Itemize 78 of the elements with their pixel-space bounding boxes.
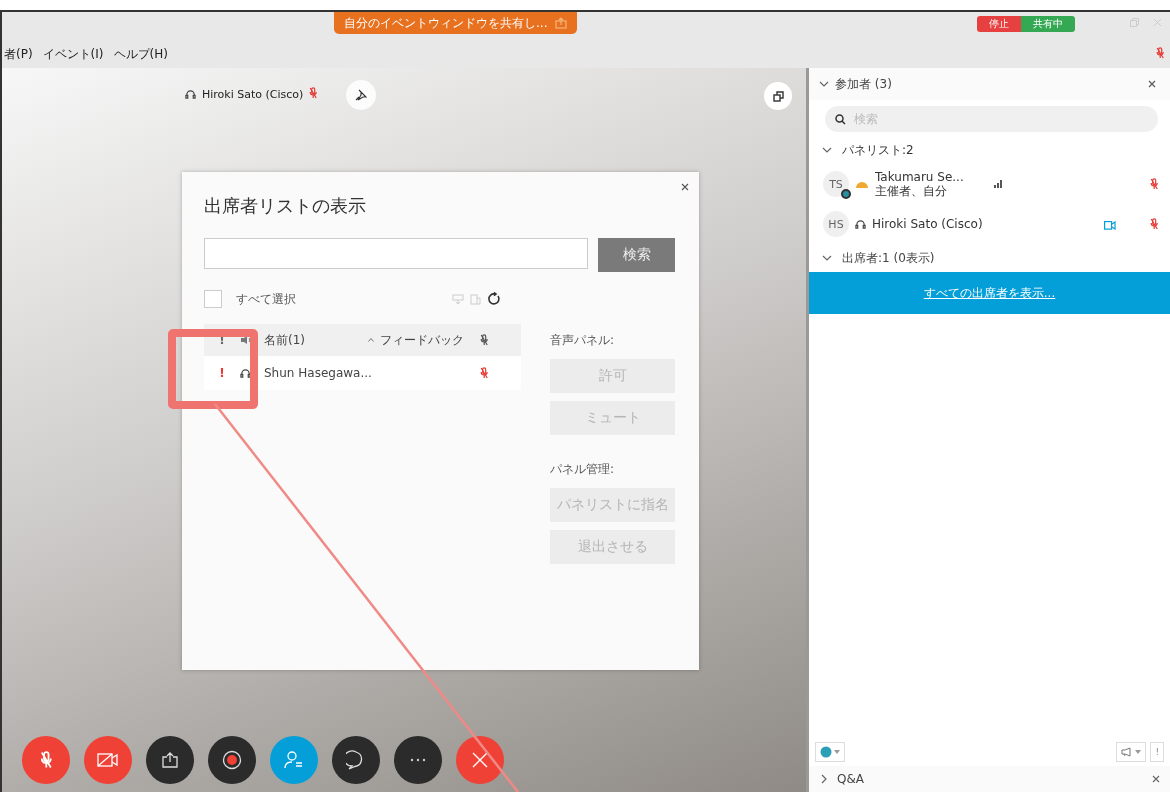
section-label: パネル管理:: [550, 461, 616, 478]
share-button[interactable]: [146, 736, 194, 784]
search-field[interactable]: [204, 238, 588, 269]
participant-role: 主催者、自分: [875, 184, 948, 198]
status-dropdown[interactable]: [815, 742, 845, 762]
participant-name: Hiroki Sato (Cisco): [872, 217, 983, 231]
mic-muted-icon: [1149, 177, 1158, 190]
video-camera-icon: [1103, 220, 1116, 230]
refresh-icon[interactable]: [487, 292, 501, 306]
chevron-icon[interactable]: [819, 774, 829, 784]
mic-muted-icon: [39, 751, 53, 769]
attendee-row[interactable]: ! Shun Hasegawa...: [204, 356, 521, 390]
dialog-title: 出席者リストの表示: [204, 194, 367, 218]
mic-button[interactable]: [22, 736, 70, 784]
layout-button[interactable]: [764, 82, 792, 110]
qa-section-header[interactable]: Q&A: [809, 766, 1170, 792]
caret-icon: [368, 338, 374, 342]
select-all-label: すべて選択: [236, 290, 296, 308]
megaphone-icon: [1121, 747, 1134, 757]
camera-off-icon: [97, 752, 119, 768]
close-icon[interactable]: [1152, 775, 1160, 783]
speaker-name: Hiroki Sato (Cisco): [202, 88, 304, 101]
more-button[interactable]: [394, 736, 442, 784]
globe-icon: [820, 746, 832, 758]
pin-button[interactable]: [346, 80, 376, 110]
mic-icon: [479, 333, 489, 346]
avatar: TS: [823, 171, 849, 197]
search-icon: [835, 113, 846, 125]
avatar: HS: [823, 211, 849, 237]
participants-icon: [284, 750, 304, 770]
show-all-attendees-link[interactable]: すべての出席者を表示...: [923, 284, 1056, 302]
share-banner-text: 自分のイベントウィンドウを共有し...: [344, 14, 548, 32]
record-icon: [222, 750, 242, 770]
headset-icon: [240, 367, 251, 379]
host-icon: [855, 179, 869, 189]
participant-row[interactable]: HS Hiroki Sato (Cisco): [809, 204, 1170, 244]
share-icon: [555, 17, 568, 29]
caret-icon: [1135, 750, 1142, 754]
group-label: 出席者:1 (0表示): [842, 249, 935, 267]
chat-button[interactable]: [332, 736, 380, 784]
sharing-banner[interactable]: 自分のイベントウィンドウを共有し...: [334, 12, 578, 34]
headset-icon: [185, 89, 196, 100]
panel-title: 参加者 (3): [835, 75, 892, 93]
group-label: パネリスト:2: [842, 141, 914, 159]
more-icon: [410, 758, 426, 762]
warning-text: !: [219, 366, 225, 380]
alert-button[interactable]: !: [1150, 742, 1164, 762]
mic-muted-icon: [1155, 46, 1164, 59]
mic-muted-icon: [479, 366, 489, 379]
close-icon[interactable]: [1148, 80, 1156, 88]
chevron-icon[interactable]: [822, 145, 832, 155]
menu-item[interactable]: 者(P): [4, 45, 33, 63]
menu-item[interactable]: イベント(I): [42, 45, 104, 63]
speaker-icon: [240, 335, 252, 345]
megaphone-dropdown[interactable]: [1116, 742, 1147, 762]
participant-name: Takumaru Se...: [875, 170, 964, 184]
close-icon: [471, 751, 489, 769]
sharing-status: 共有中: [1021, 16, 1075, 32]
attendee-name: Shun Hasegawa...: [264, 366, 372, 380]
menu-item[interactable]: ヘルプ(H): [113, 45, 168, 63]
record-button[interactable]: [208, 736, 256, 784]
mic-muted-icon: [309, 87, 318, 99]
section-label: 音声パネル:: [550, 332, 616, 349]
chevron-icon[interactable]: [819, 79, 829, 89]
caret-icon: [834, 750, 840, 754]
windows-icon: [772, 90, 784, 102]
share-icon: [161, 751, 179, 769]
close-icon[interactable]: [681, 183, 689, 191]
column-header[interactable]: フィードバック: [380, 331, 464, 349]
search-button[interactable]: 検索: [598, 238, 675, 272]
select-all-checkbox[interactable]: [204, 290, 222, 308]
participant-row[interactable]: TS Takumaru Se... 主催者、自分: [809, 164, 1170, 204]
column-header[interactable]: 名前(1): [264, 331, 305, 349]
signal-icon: [993, 180, 1003, 188]
headset-icon: [855, 218, 866, 230]
mic-muted-icon: [1149, 217, 1158, 230]
stop-button[interactable]: 停止: [977, 16, 1021, 32]
chevron-icon[interactable]: [822, 253, 832, 263]
